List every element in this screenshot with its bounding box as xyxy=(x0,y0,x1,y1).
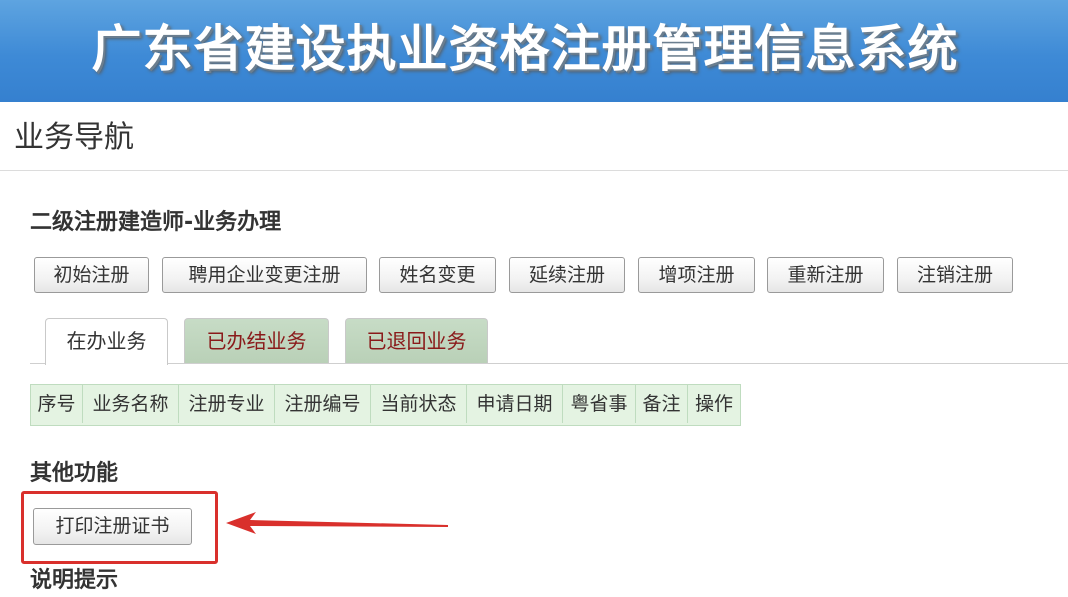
highlight-annotation xyxy=(21,491,218,564)
column-header-specialty: 注册专业 xyxy=(179,385,275,423)
column-header-registration-number: 注册编号 xyxy=(275,385,371,423)
tab-underline xyxy=(30,363,1068,364)
business-section-title: 二级注册建造师-业务办理 xyxy=(30,210,282,235)
other-functions-title: 其他功能 xyxy=(30,461,119,486)
pointer-arrow-icon xyxy=(226,512,448,534)
column-header-remarks: 备注 xyxy=(636,385,688,423)
tab-in-progress[interactable]: 在办业务 xyxy=(45,318,168,365)
additional-item-registration-button[interactable]: 增项注册 xyxy=(638,257,755,293)
business-table-header: 序号 业务名称 注册专业 注册编号 当前状态 申请日期 粤省事 备注 操作 xyxy=(30,384,741,426)
column-header-yueshengshi: 粤省事 xyxy=(563,385,636,423)
column-header-index: 序号 xyxy=(31,385,83,423)
re-registration-button[interactable]: 重新注册 xyxy=(767,257,884,293)
notes-section-title: 说明提示 xyxy=(30,568,119,593)
column-header-actions: 操作 xyxy=(694,393,733,415)
column-header-business-name: 业务名称 xyxy=(83,385,179,423)
system-title: 广东省建设执业资格注册管理信息系统 xyxy=(91,20,959,78)
page: 广东省建设执业资格注册管理信息系统 业务导航 二级注册建造师-业务办理 初始注册… xyxy=(0,0,1068,597)
tab-completed[interactable]: 已办结业务 xyxy=(184,318,329,364)
divider xyxy=(0,170,1068,171)
employer-change-registration-button[interactable]: 聘用企业变更注册 xyxy=(162,257,367,293)
header-banner: 广东省建设执业资格注册管理信息系统 xyxy=(0,0,1068,102)
nav-title: 业务导航 xyxy=(14,120,134,155)
tab-returned[interactable]: 已退回业务 xyxy=(345,318,488,364)
column-header-apply-date: 申请日期 xyxy=(467,385,563,423)
name-change-button[interactable]: 姓名变更 xyxy=(379,257,496,293)
cancel-registration-button[interactable]: 注销注册 xyxy=(897,257,1013,293)
column-header-status: 当前状态 xyxy=(371,385,467,423)
renewal-registration-button[interactable]: 延续注册 xyxy=(509,257,625,293)
initial-registration-button[interactable]: 初始注册 xyxy=(34,257,149,293)
